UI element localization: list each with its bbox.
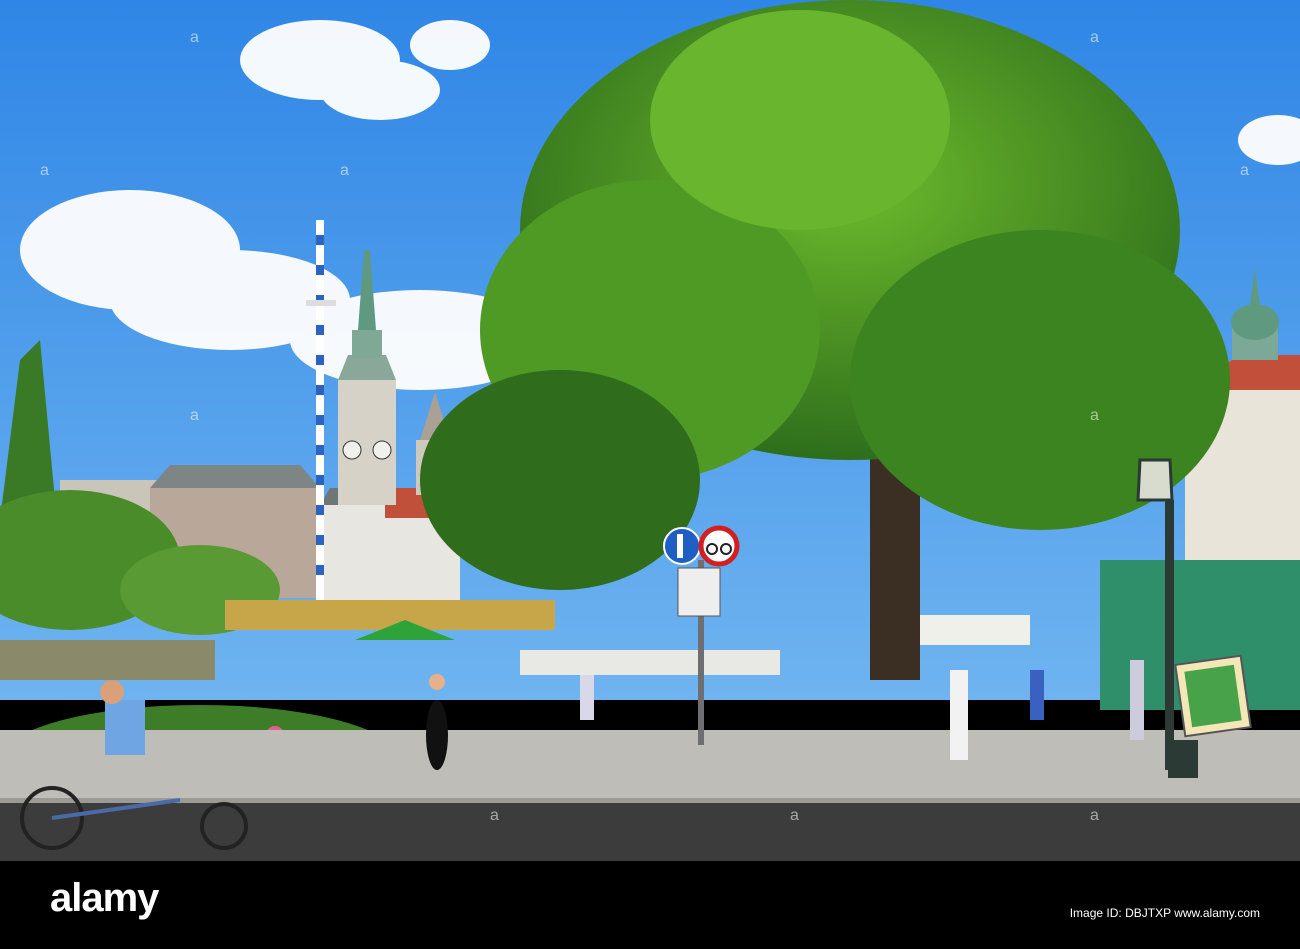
svg-text:a: a — [1090, 407, 1099, 424]
svg-text:a: a — [190, 407, 199, 424]
photo-scene: a a a a a a a a a a — [0, 0, 1300, 949]
svg-text:a: a — [340, 162, 349, 179]
svg-text:a: a — [1240, 162, 1249, 179]
poster-board — [1174, 654, 1252, 738]
no-bicycles-sign — [698, 525, 740, 567]
svg-text:a: a — [1090, 29, 1099, 46]
footer-bar — [0, 861, 1300, 949]
svg-text:a: a — [1090, 807, 1099, 824]
photo-canvas: a a a a a a a a a a — [0, 0, 1300, 861]
pedestrian-bicycle-sign — [663, 527, 701, 565]
svg-text:a: a — [790, 807, 799, 824]
curb — [0, 798, 1300, 803]
road — [0, 800, 1300, 861]
svg-text:a: a — [190, 29, 199, 46]
brand-logo: alamy — [50, 876, 159, 920]
image-caption: Image ID: DBJTXP www.alamy.com — [1069, 906, 1260, 920]
svg-text:a: a — [490, 807, 499, 824]
svg-text:a: a — [40, 162, 49, 179]
